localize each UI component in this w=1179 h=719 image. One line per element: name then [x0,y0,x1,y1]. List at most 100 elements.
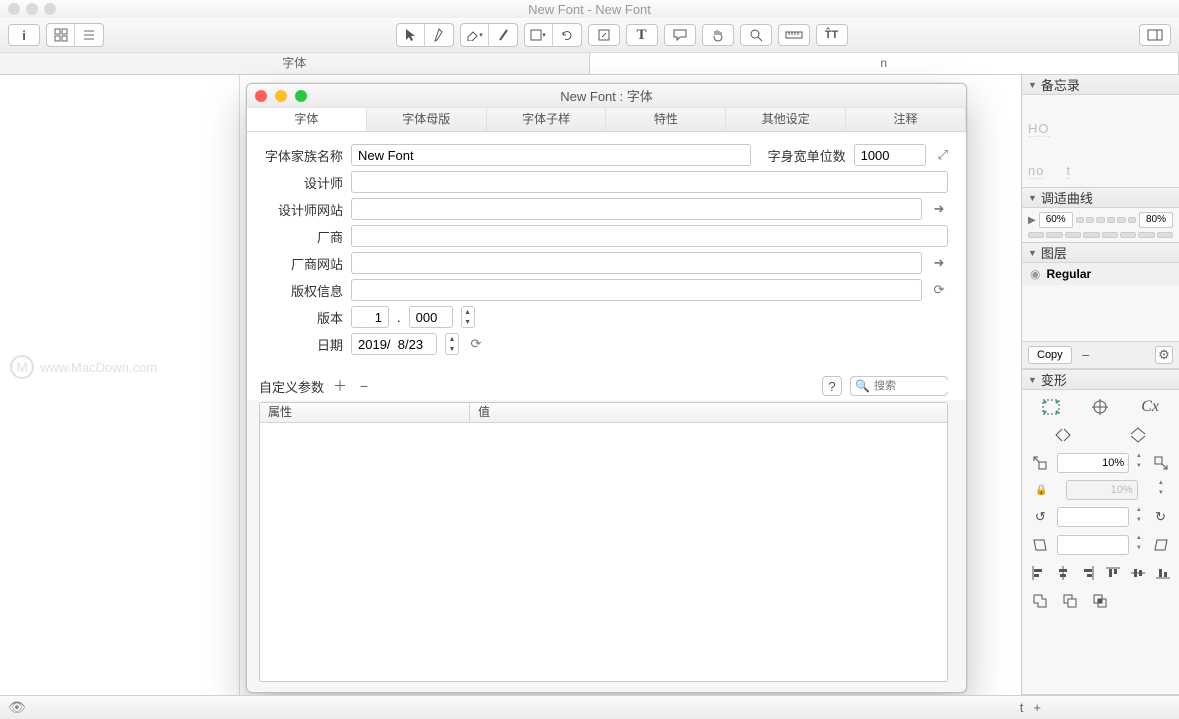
text-tool-button[interactable]: T [626,24,658,46]
scale-in-button[interactable] [1149,452,1173,474]
tab-masters[interactable]: 字体母版 [367,108,487,131]
remove-layer-button[interactable]: − [1078,347,1094,363]
rotate-stepper[interactable]: ▲▼ [1134,507,1144,527]
scale-y-stepper[interactable]: ▲▼ [1156,480,1166,500]
align-vcenter-button[interactable] [1127,562,1148,584]
align-left-button[interactable] [1028,562,1049,584]
rotate-input[interactable] [1057,507,1129,527]
copyright-input[interactable] [351,279,922,301]
goto-url-icon[interactable]: ➜ [930,200,948,218]
curve-slider[interactable] [1076,217,1136,223]
close-window-icon[interactable] [8,3,20,15]
add-param-button[interactable]: ＋ [332,378,348,394]
cursive-button[interactable]: Cx [1138,396,1162,418]
dialog-zoom-icon[interactable] [295,90,307,102]
tab-instances[interactable]: 字体子样 [487,108,607,131]
curve-slider-2[interactable] [1028,232,1173,238]
vendor-url-input[interactable] [351,252,922,274]
mirror-h-button[interactable] [1039,396,1063,418]
minimize-window-icon[interactable] [26,3,38,15]
remove-param-button[interactable]: − [356,378,372,394]
lock-icon[interactable]: 🔒 [1035,485,1047,496]
vendor-input[interactable] [351,225,948,247]
transform-section-header[interactable]: ▼变形 [1022,370,1179,390]
layer-row[interactable]: ◉ Regular [1022,263,1179,285]
scale-tool-button[interactable] [588,24,620,46]
expand-icon[interactable]: ⤢ [938,147,948,163]
date-stepper[interactable]: ▲▼ [445,333,459,355]
help-button[interactable]: ? [822,376,842,396]
draw-tool-button[interactable] [425,24,453,46]
hand-tool-button[interactable] [702,24,734,46]
zoom-tool-button[interactable] [740,24,772,46]
tab-font-info[interactable]: 字体 [247,108,367,131]
status-add-button[interactable]: + [1033,700,1041,715]
measure-tool-button[interactable] [778,24,810,46]
align-top-button[interactable] [1102,562,1123,584]
bool-subtract-button[interactable] [1058,590,1082,612]
zoom-window-icon[interactable] [44,3,56,15]
dialog-close-icon[interactable] [255,90,267,102]
dialog-minimize-icon[interactable] [275,90,287,102]
memo-section-header[interactable]: ▼备忘录 [1022,75,1179,95]
family-name-input[interactable] [351,144,751,166]
curves-section-header[interactable]: ▼调适曲线 [1022,188,1179,208]
col-attribute[interactable]: 属性 [260,403,470,422]
preview-eye-icon[interactable]: 👁 [8,699,26,716]
test-tool-button[interactable]: T̂T [816,24,848,46]
grid-view-button[interactable] [47,24,75,46]
flip-v-button[interactable] [1126,424,1150,446]
skew-stepper[interactable]: ▲▼ [1134,535,1144,555]
tab-notes[interactable]: 注释 [846,108,966,131]
scale-out-button[interactable] [1028,452,1052,474]
list-view-button[interactable] [75,24,103,46]
info-button[interactable]: i [8,24,40,46]
flip-h-button[interactable] [1051,424,1075,446]
knife-tool-button[interactable] [489,24,517,46]
skew-left-button[interactable] [1028,534,1052,556]
date-input[interactable] [351,333,437,355]
select-tool-button[interactable] [397,24,425,46]
designer-input[interactable] [351,171,948,193]
refresh-icon[interactable]: ⟳ [930,281,948,299]
bool-intersect-button[interactable] [1088,590,1112,612]
tab-features[interactable]: 特性 [606,108,726,131]
param-search[interactable]: 🔍 [850,376,948,396]
goto-url-icon[interactable]: ➜ [930,254,948,272]
annotate-tool-button[interactable] [664,24,696,46]
custom-params-table[interactable]: 属性 值 [259,402,948,682]
tab-other[interactable]: 其他设定 [726,108,846,131]
tab-glyph-n[interactable]: n [590,53,1179,74]
align-bottom-button[interactable] [1152,562,1173,584]
designer-url-input[interactable] [351,198,922,220]
eye-icon[interactable]: ◉ [1030,267,1040,281]
tab-font[interactable]: 字体 [0,53,590,74]
panel-toggle-button[interactable] [1139,24,1171,46]
layers-section-header[interactable]: ▼图层 [1022,243,1179,263]
col-value[interactable]: 值 [470,403,947,422]
version-major-input[interactable] [351,306,389,328]
rotate-tool-button[interactable] [553,24,581,46]
rotate-cw-button[interactable]: ↻ [1149,506,1173,528]
param-search-input[interactable] [874,380,967,392]
version-stepper[interactable]: ▲▼ [461,306,475,328]
rotate-ccw-button[interactable]: ↺ [1028,506,1052,528]
version-minor-input[interactable] [409,306,453,328]
refresh-date-icon[interactable]: ⟳ [467,335,485,353]
layer-options-button[interactable]: ⚙ [1155,346,1173,364]
copy-layer-button[interactable]: Copy [1028,346,1072,364]
align-center-button[interactable] [1088,396,1112,418]
scale-x-input[interactable] [1057,453,1129,473]
upm-input[interactable] [854,144,926,166]
erase-tool-button[interactable]: ▾ [461,24,489,46]
align-hcenter-button[interactable] [1053,562,1074,584]
align-right-button[interactable] [1078,562,1099,584]
skew-input[interactable] [1057,535,1129,555]
skew-right-button[interactable] [1149,534,1173,556]
curve-low-value[interactable]: 60% [1039,212,1073,228]
dialog-titlebar[interactable]: New Font : 字体 [247,84,966,108]
primitive-tool-button[interactable]: ▾ [525,24,553,46]
play-icon[interactable]: ▶ [1028,215,1036,226]
bool-union-button[interactable] [1028,590,1052,612]
curve-high-value[interactable]: 80% [1139,212,1173,228]
